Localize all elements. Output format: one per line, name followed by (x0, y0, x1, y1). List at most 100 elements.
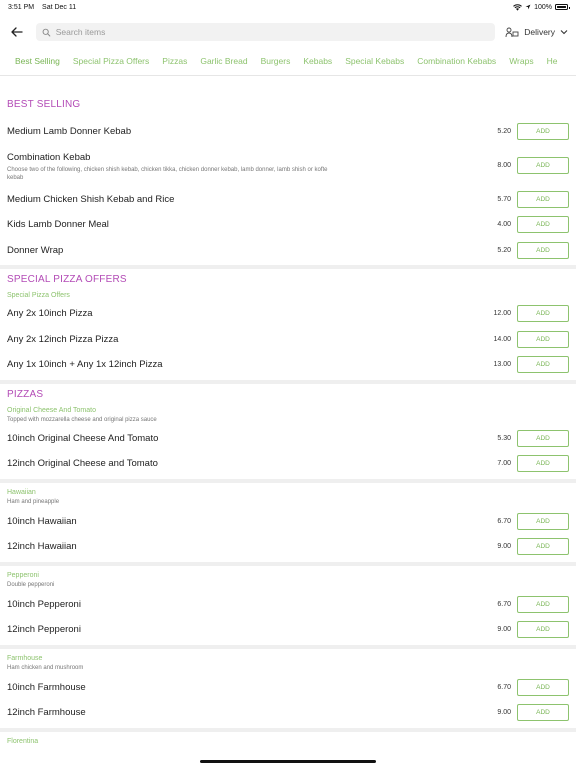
menu-item: Donner Wrap 5.20 ADD (0, 238, 576, 264)
add-button[interactable]: ADD (517, 305, 569, 323)
add-button[interactable]: ADD (517, 216, 569, 234)
add-button[interactable]: ADD (517, 455, 569, 473)
add-button[interactable]: ADD (517, 156, 569, 174)
group-title: Original Cheese And Tomato (7, 406, 96, 414)
item-price: 7.00 (497, 460, 511, 468)
menu-item: Kids Lamb Donner Meal 4.00 ADD (0, 212, 576, 238)
item-name: Medium Chicken Shish Kebab and Rice (7, 193, 175, 205)
tab-kebabs[interactable]: Kebabs (303, 50, 332, 75)
menu-content: BEST SELLING Medium Lamb Donner Kebab 5.… (0, 76, 576, 745)
location-arrow-icon (525, 4, 531, 10)
item-name: 12inch Farmhouse (7, 707, 86, 719)
delivery-person-icon (505, 27, 519, 37)
item-price: 6.70 (497, 517, 511, 525)
top-bar: Delivery (0, 14, 576, 50)
search-bar[interactable] (36, 23, 496, 41)
home-indicator (200, 760, 376, 763)
tab-best-selling[interactable]: Best Selling (15, 50, 60, 75)
group-title: Florentina (7, 737, 39, 745)
add-button[interactable]: ADD (517, 241, 569, 259)
menu-item: 12inch Hawaiian 9.00 ADD (0, 534, 576, 560)
group-title: Hawaiian (7, 488, 36, 496)
add-button[interactable]: ADD (517, 190, 569, 208)
item-name: 12inch Hawaiian (7, 541, 77, 553)
item-name-block: Combination Kebab Choose two of the foll… (0, 152, 576, 182)
add-button[interactable]: ADD (517, 330, 569, 348)
add-button[interactable]: ADD (517, 123, 569, 141)
add-button[interactable]: ADD (517, 538, 569, 556)
add-button[interactable]: ADD (517, 356, 569, 374)
item-price: 5.70 (497, 195, 511, 203)
item-name: Donner Wrap (7, 244, 64, 256)
item-name: 12inch Original Cheese and Tomato (7, 458, 158, 470)
menu-item: 12inch Pepperoni 9.00 ADD (0, 617, 576, 643)
tab-garlic-bread[interactable]: Garlic Bread (200, 50, 247, 75)
status-left: 3:51 PM Sat Dec 11 (8, 4, 82, 11)
tab-burgers[interactable]: Burgers (261, 50, 291, 75)
section-title-special-pizza-offers: SPECIAL PIZZA OFFERS (7, 274, 127, 285)
add-button[interactable]: ADD (517, 621, 569, 639)
delivery-selector[interactable]: Delivery (505, 27, 568, 38)
item-name: Any 2x 10inch Pizza (7, 308, 93, 320)
item-name: Any 1x 10inch + Any 1x 12inch Pizza (7, 359, 163, 371)
item-description: Choose two of the following, chicken shi… (7, 166, 328, 181)
item-name: Kids Lamb Donner Meal (7, 219, 109, 231)
item-price: 5.20 (497, 246, 511, 254)
menu-item: 10inch Hawaiian 6.70 ADD (0, 509, 576, 535)
status-time: 3:51 PM (8, 3, 35, 11)
tab-wraps[interactable]: Wraps (509, 50, 533, 75)
item-name: Combination Kebab (7, 151, 91, 163)
search-input[interactable] (55, 27, 490, 37)
group-title: Special Pizza Offers (7, 292, 70, 299)
item-name: 10inch Original Cheese And Tomato (7, 432, 159, 444)
item-price: 9.00 (497, 543, 511, 551)
menu-item: Medium Lamb Donner Kebab 5.20 ADD (0, 119, 576, 145)
add-button[interactable]: ADD (517, 678, 569, 696)
item-price: 14.00 (493, 335, 511, 343)
item-name: 10inch Farmhouse (7, 681, 86, 693)
chevron-down-icon (560, 30, 568, 35)
menu-item: Any 2x 10inch Pizza 12.00 ADD (0, 301, 576, 327)
battery-icon (555, 4, 570, 10)
status-bar: 3:51 PM Sat Dec 11 100% (0, 0, 576, 14)
item-price: 6.70 (497, 683, 511, 691)
tab-pizzas[interactable]: Pizzas (162, 50, 187, 75)
section-title-best-selling: BEST SELLING (7, 99, 81, 110)
back-button[interactable] (6, 21, 28, 43)
add-button[interactable]: ADD (517, 512, 569, 530)
status-right: 100% (513, 3, 570, 11)
item-price: 5.30 (497, 434, 511, 442)
group-divider (0, 644, 576, 649)
menu-item: 12inch Original Cheese and Tomato 7.00 A… (0, 451, 576, 477)
tab-special-pizza-offers[interactable]: Special Pizza Offers (73, 50, 149, 75)
group-divider (0, 478, 576, 483)
add-button[interactable]: ADD (517, 595, 569, 613)
tab-partial[interactable]: He (547, 50, 558, 75)
item-price: 12.00 (493, 310, 511, 318)
item-price: 13.00 (493, 361, 511, 369)
add-button[interactable]: ADD (517, 704, 569, 722)
item-name: 10inch Hawaiian (7, 515, 77, 527)
tab-combination-kebabs[interactable]: Combination Kebabs (417, 50, 496, 75)
delivery-label: Delivery (524, 27, 555, 37)
tab-special-kebabs[interactable]: Special Kebabs (345, 50, 404, 75)
menu-item: 10inch Original Cheese And Tomato 5.30 A… (0, 426, 576, 452)
item-price: 4.00 (497, 221, 511, 229)
group-divider (0, 727, 576, 732)
back-arrow-icon (11, 27, 23, 37)
item-price: 9.00 (497, 626, 511, 634)
group-title: Farmhouse (7, 654, 43, 662)
add-button[interactable]: ADD (517, 429, 569, 447)
category-tabs: Best Selling Special Pizza Offers Pizzas… (0, 50, 576, 76)
menu-item: Medium Chicken Shish Kebab and Rice 5.70… (0, 187, 576, 213)
menu-item: 12inch Farmhouse 9.00 ADD (0, 700, 576, 726)
section-divider (0, 379, 576, 384)
wifi-icon (513, 3, 522, 11)
group-divider (0, 561, 576, 566)
menu-item: 10inch Pepperoni 6.70 ADD (0, 592, 576, 618)
menu-item: Any 1x 10inch + Any 1x 12inch Pizza 13.0… (0, 352, 576, 378)
section-divider (0, 265, 576, 269)
menu-item: Combination Kebab Choose two of the foll… (0, 145, 576, 187)
search-icon (42, 28, 51, 36)
item-price: 9.00 (497, 709, 511, 717)
